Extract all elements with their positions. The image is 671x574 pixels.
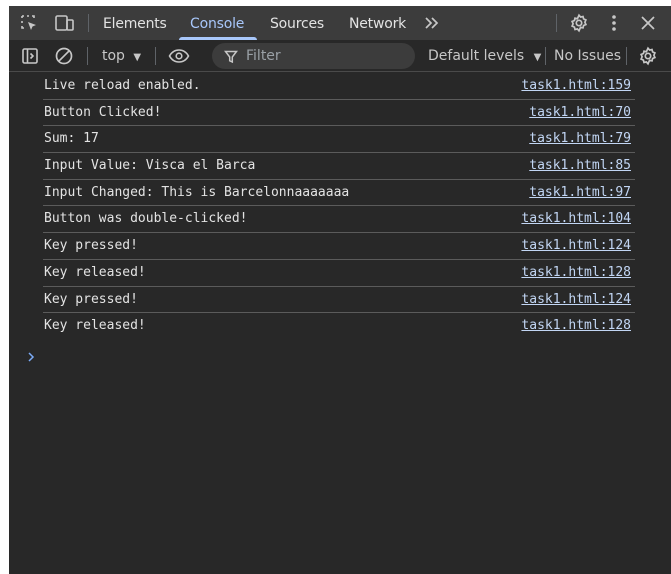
close-icon[interactable]: [636, 11, 660, 35]
gear-icon[interactable]: [567, 11, 591, 35]
console-message: Input Value: Visca el Barca task1.html:8…: [43, 153, 635, 180]
chevron-down-icon: ▼: [133, 52, 142, 63]
console-message: Key pressed! task1.html:124: [43, 233, 635, 260]
tab-elements[interactable]: Elements: [103, 6, 167, 40]
tab-console[interactable]: Console: [190, 6, 244, 40]
console-message: Sum: 17 task1.html:79: [43, 126, 635, 154]
tab-sources[interactable]: Sources: [270, 6, 324, 40]
filter-placeholder: Filter: [246, 48, 281, 64]
tab-network[interactable]: Network: [349, 6, 406, 40]
vertical-dots-icon[interactable]: [602, 11, 626, 35]
device-toolbar-icon[interactable]: [52, 11, 76, 35]
sidebar-toggle-icon[interactable]: [18, 44, 42, 68]
console-message: Key released! task1.html:128: [43, 260, 635, 287]
source-link[interactable]: task1.html:70: [529, 100, 631, 125]
console-message: Button Clicked! task1.html:70: [43, 100, 635, 127]
message-text: Button was double-clicked!: [44, 211, 248, 227]
console-message: Key released! task1.html:128: [43, 313, 635, 340]
log-levels-dropdown[interactable]: Default levels ▼: [428, 40, 541, 74]
divider: [556, 14, 557, 32]
issues-button[interactable]: No Issues: [554, 40, 621, 72]
console-messages: Live reload enabled. task1.html:159 Butt…: [9, 73, 671, 340]
source-link[interactable]: task1.html:159: [521, 73, 631, 98]
chevron-right-icon: [21, 348, 41, 366]
source-link[interactable]: task1.html:128: [521, 313, 631, 338]
context-select[interactable]: top ▼: [102, 40, 141, 74]
console-prompt-input[interactable]: [43, 346, 643, 368]
source-link[interactable]: task1.html:124: [521, 233, 631, 258]
console-settings-gear-icon[interactable]: [636, 44, 660, 68]
funnel-icon: [223, 49, 239, 68]
filter-input[interactable]: Filter: [212, 43, 415, 69]
message-text: Key pressed!: [44, 238, 138, 254]
divider: [88, 14, 89, 32]
divider: [155, 47, 156, 65]
divider: [545, 47, 546, 65]
message-text: Live reload enabled.: [44, 78, 201, 93]
message-text: Button Clicked!: [44, 104, 162, 120]
source-link[interactable]: task1.html:104: [521, 206, 631, 231]
source-link[interactable]: task1.html:128: [521, 260, 631, 285]
context-select-value: top: [102, 48, 125, 64]
chevron-down-icon: ▼: [533, 52, 542, 63]
issues-label: No Issues: [554, 48, 621, 64]
clear-console-icon[interactable]: [52, 44, 76, 68]
console-message: Live reload enabled. task1.html:159: [43, 73, 635, 100]
devtools-panel: Elements Console Sources Network top ▼ F…: [9, 6, 671, 574]
source-link[interactable]: task1.html:85: [529, 153, 631, 178]
divider: [626, 47, 627, 65]
message-text: Key pressed!: [44, 291, 138, 307]
source-link[interactable]: task1.html:79: [529, 126, 631, 151]
inspect-element-icon[interactable]: [17, 11, 41, 35]
eye-icon[interactable]: [167, 44, 191, 68]
console-message: Key pressed! task1.html:124: [43, 287, 635, 314]
message-text: Sum: 17: [44, 131, 99, 147]
message-text: Key released!: [44, 318, 146, 334]
source-link[interactable]: task1.html:97: [529, 180, 631, 205]
divider: [87, 47, 88, 65]
message-text: Key released!: [44, 264, 146, 280]
console-message: Button was double-clicked! task1.html:10…: [43, 206, 635, 234]
message-text: Input Value: Visca el Barca: [44, 158, 256, 174]
source-link[interactable]: task1.html:124: [521, 287, 631, 312]
log-levels-label: Default levels: [428, 48, 525, 64]
console-message: Input Changed: This is Barcelonnaaaaaaa …: [43, 180, 635, 207]
devtools-tab-bar: Elements Console Sources Network: [9, 6, 671, 40]
message-text: Input Changed: This is Barcelonnaaaaaaa: [44, 184, 350, 200]
console-toolbar: top ▼ Filter Default levels ▼ No Issues: [9, 40, 671, 72]
chevron-double-right-icon[interactable]: [420, 11, 444, 35]
